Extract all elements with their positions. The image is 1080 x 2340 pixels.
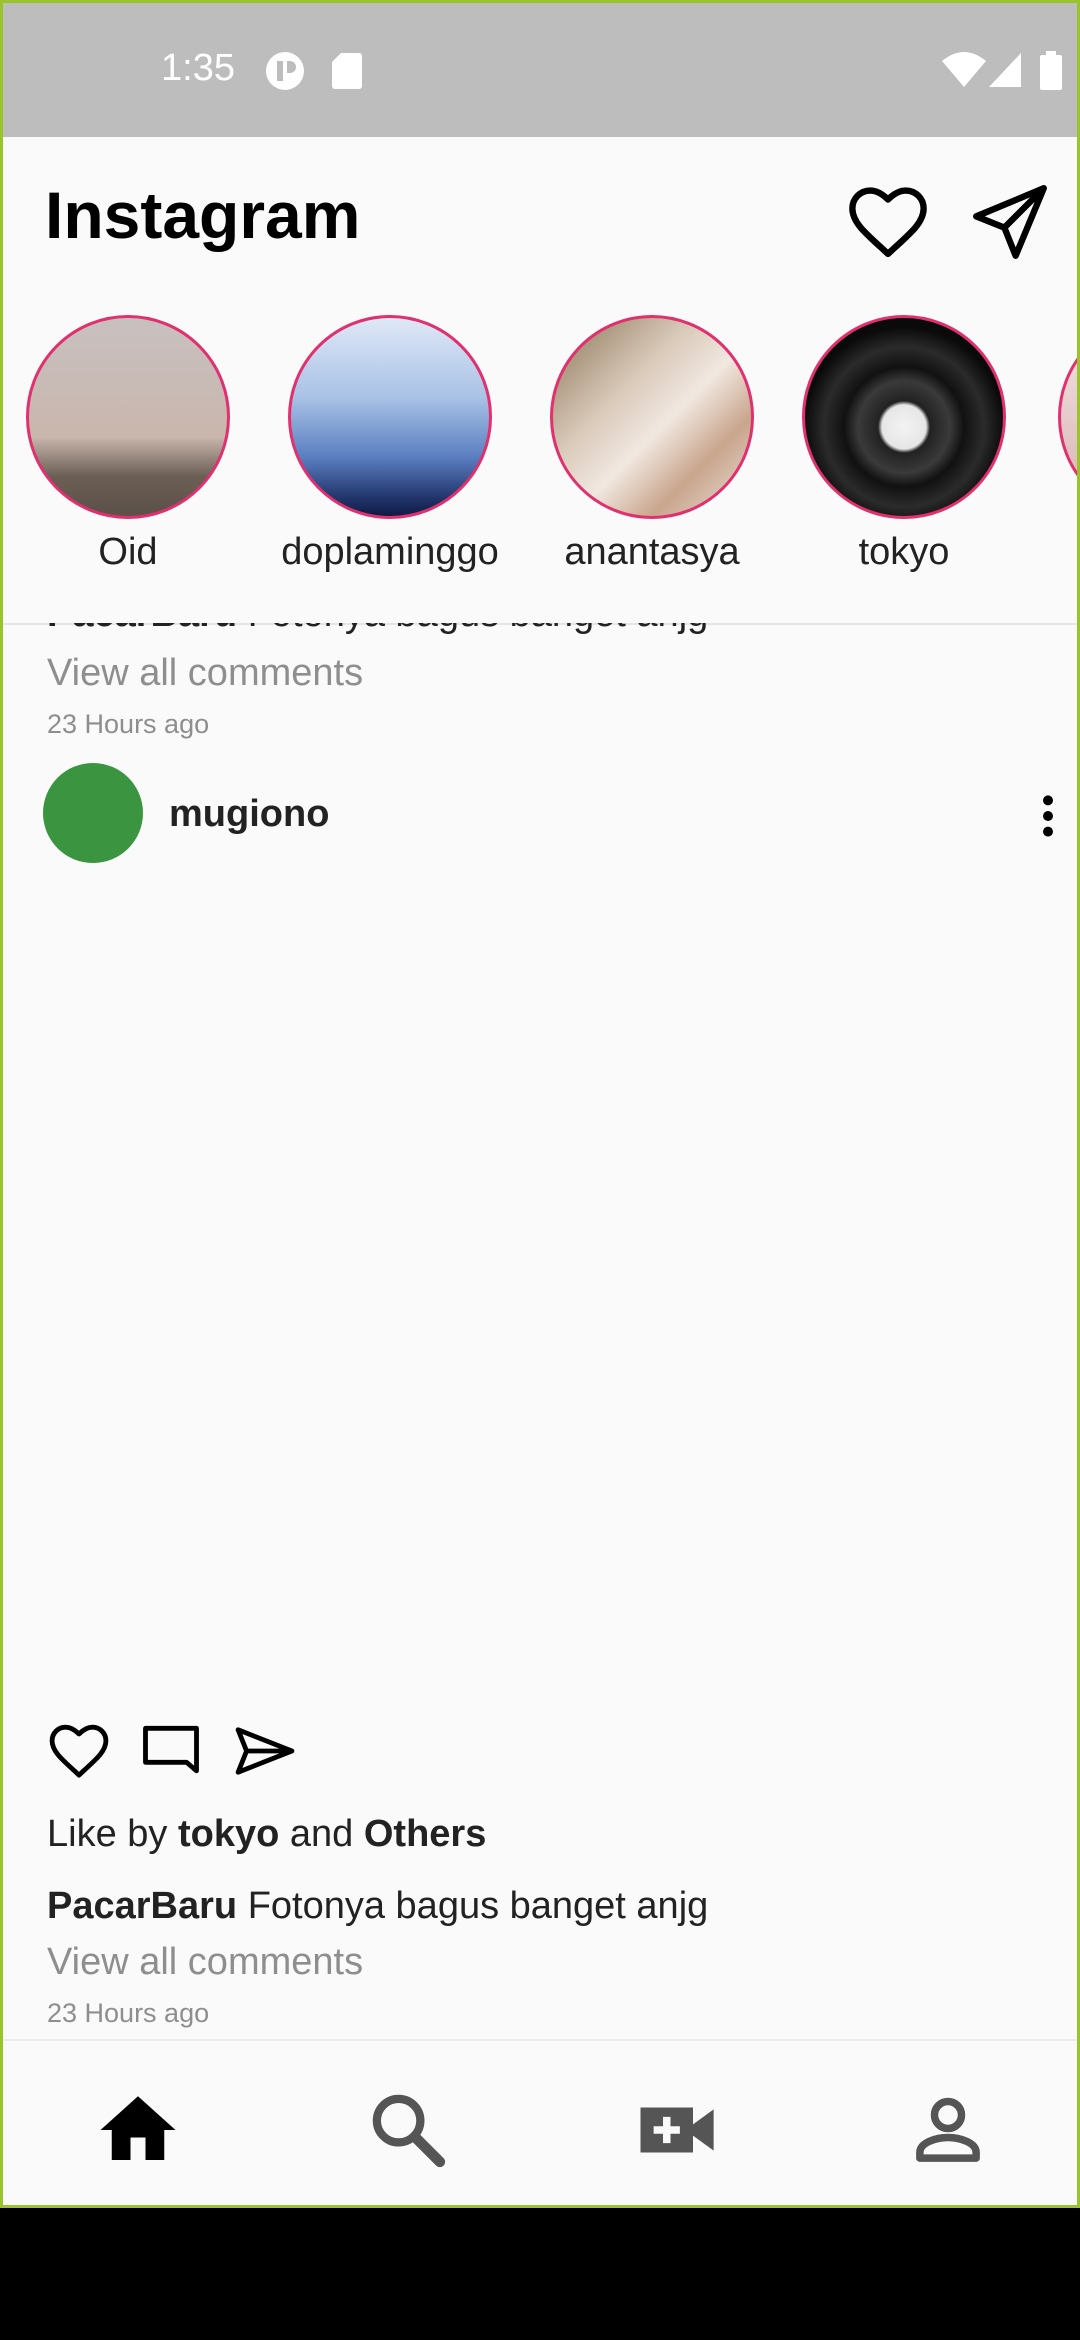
- story-item[interactable]: tokyo: [774, 315, 1034, 574]
- prev-view-comments-link[interactable]: View all comments: [47, 652, 363, 695]
- share-send-icon[interactable]: [231, 1717, 299, 1785]
- story-name: Oid: [98, 531, 158, 573]
- video-add-icon[interactable]: [633, 2085, 723, 2175]
- app-notification-icon: [266, 52, 304, 90]
- likes-others[interactable]: Others: [364, 1813, 486, 1855]
- view-comments-link[interactable]: View all comments: [47, 1941, 363, 1984]
- prev-post-caption: PacarBaru Fotonya bagus banget anjg: [47, 623, 708, 636]
- likes-prefix: Like by: [47, 1813, 168, 1855]
- home-icon[interactable]: [93, 2085, 183, 2175]
- app-bar: Instagram: [3, 137, 1077, 307]
- story-item[interactable]: [1030, 315, 1077, 519]
- caption-username[interactable]: PacarBaru: [47, 1885, 237, 1927]
- wifi-icon: [942, 52, 986, 87]
- send-icon[interactable]: [965, 177, 1055, 267]
- story-name: tokyo: [858, 531, 950, 573]
- heart-icon[interactable]: [843, 177, 933, 267]
- post-avatar[interactable]: [43, 763, 143, 863]
- story-item[interactable]: anantasya: [522, 315, 782, 574]
- post-image-area: [3, 885, 1077, 1695]
- phone-screen: 1:35 Instagram Oid doplaminggo anantasya…: [0, 0, 1080, 2208]
- story-avatar: [26, 315, 230, 519]
- caption-username[interactable]: PacarBaru: [47, 623, 237, 635]
- story-avatar: [1058, 315, 1077, 519]
- story-item[interactable]: Oid: [3, 315, 258, 574]
- post-caption: PacarBaru Fotonya bagus banget anjg: [47, 1885, 708, 1928]
- story-avatar: [550, 315, 754, 519]
- caption-text: Fotonya bagus banget anjg: [247, 1885, 709, 1927]
- likes-user[interactable]: tokyo: [178, 1813, 279, 1855]
- status-time: 1:35: [161, 47, 235, 89]
- story-name: anantasya: [564, 531, 740, 573]
- story-item[interactable]: doplaminggo: [260, 315, 520, 574]
- battery-icon: [1040, 51, 1062, 90]
- likes-and: and: [289, 1813, 354, 1855]
- likes-line: Like by tokyo and Others: [47, 1813, 486, 1856]
- like-heart-icon[interactable]: [45, 1717, 113, 1785]
- more-vert-icon[interactable]: [1023, 791, 1073, 841]
- search-icon[interactable]: [363, 2085, 453, 2175]
- feed: PacarBaru Fotonya bagus banget anjg View…: [3, 623, 1077, 2039]
- prev-post-time: 23 Hours ago: [47, 709, 210, 739]
- cell-signal-icon: [989, 53, 1021, 87]
- app-title: Instagram: [45, 178, 361, 252]
- story-avatar: [802, 315, 1006, 519]
- post-username[interactable]: mugiono: [169, 793, 329, 836]
- sd-card-icon: [332, 53, 362, 89]
- comment-icon[interactable]: [137, 1717, 205, 1785]
- caption-text: Fotonya bagus banget anjg: [248, 623, 709, 635]
- person-icon[interactable]: [903, 2085, 993, 2175]
- story-name: doplaminggo: [281, 531, 499, 573]
- post-time: 23 Hours ago: [47, 1998, 210, 2028]
- bottom-nav: [3, 2039, 1077, 2205]
- story-avatar: [288, 315, 492, 519]
- stories-bar: Oid doplaminggo anantasya tokyo: [3, 307, 1077, 625]
- status-bar: 1:35: [3, 3, 1077, 137]
